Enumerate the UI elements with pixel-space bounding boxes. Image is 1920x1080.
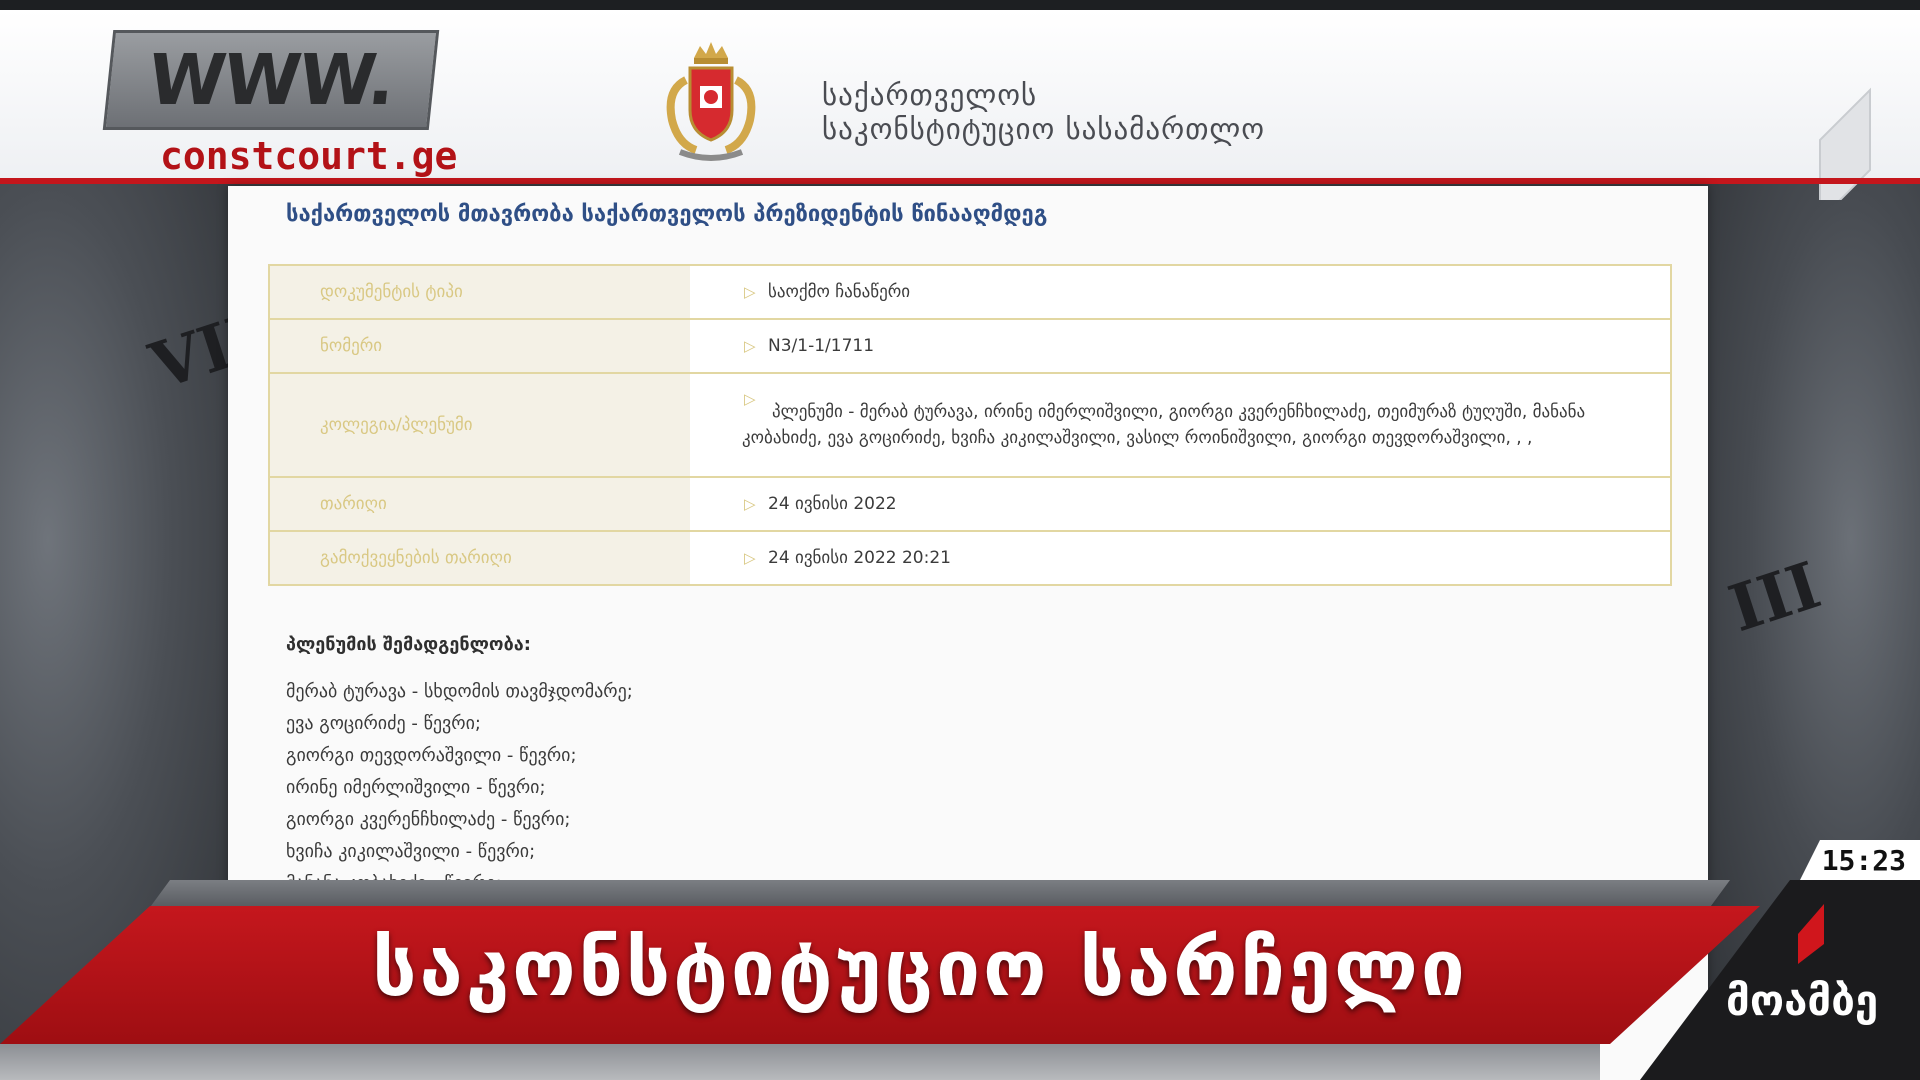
headline-text: საკონსტიტუციო სარჩელი: [372, 924, 1468, 1014]
case-metadata-table: დოკუმენტის ტიპი ▷ საოქმო ჩანაწერი ნომერი…: [268, 264, 1672, 586]
list-item: ევა გოცირიძე - წევრი;: [286, 713, 481, 734]
metadata-value: 24 ივნისი 2022: [768, 494, 897, 514]
plenum-heading: პლენუმის შემადგენლობა:: [286, 634, 531, 655]
list-item: გიორგი თევდორაშვილი - წევრი;: [286, 745, 577, 766]
metadata-value: საოქმო ჩანაწერი: [768, 282, 911, 302]
case-title: საქართველოს მთავრობა საქართველოს პრეზიდე…: [286, 202, 1048, 227]
metadata-row-plenum: კოლეგია/პლენუმი ▷ პლენუმი - მერაბ ტურავა…: [270, 374, 1670, 478]
banner-shadow: [0, 1044, 1600, 1080]
metadata-value: პლენუმი - მერაბ ტურავა, ირინე იმერლიშვილ…: [742, 402, 1586, 448]
georgia-coat-of-arms-icon: [666, 42, 756, 161]
metadata-value-cell: ▷ საოქმო ჩანაწერი: [690, 266, 1670, 318]
triangle-bullet-icon: ▷: [744, 283, 756, 301]
clock-numeral: III: [1720, 547, 1830, 648]
www-badge: WWW.: [102, 30, 440, 130]
metadata-value-cell: ▷ N3/1-1/1711: [690, 320, 1670, 372]
metadata-value-cell: ▷ 24 ივნისი 2022 20:21: [690, 532, 1670, 584]
metadata-value-cell: ▷ პლენუმი - მერაბ ტურავა, ირინე იმერლიშვ…: [690, 374, 1670, 476]
metadata-label: ნომერი: [270, 320, 690, 372]
list-item: მერაბ ტურავა - სხდომის თავმჯდომარე;: [286, 681, 633, 702]
header: WWW. constcourt.ge საქართველოს საკონსტიტ…: [0, 10, 1920, 200]
court-name-line2: საკონსტიტუციო სასამართლო: [822, 112, 1266, 146]
first-channel-mark-icon: [1798, 904, 1824, 964]
list-item: ირინე იმერლიშვილი - წევრი;: [286, 777, 546, 798]
metadata-label: დოკუმენტის ტიპი: [270, 266, 690, 318]
metadata-row-number: ნომერი ▷ N3/1-1/1711: [270, 320, 1670, 374]
triangle-bullet-icon: ▷: [744, 390, 756, 408]
metadata-value: N3/1-1/1711: [768, 336, 875, 356]
list-item: გიორგი კვერენჩხილაძე - წევრი;: [286, 809, 571, 830]
header-divider: [0, 178, 1920, 184]
top-strip: [0, 0, 1920, 10]
metadata-label: კოლეგია/პლენუმი: [270, 374, 690, 476]
court-name-line1: საქართველოს: [822, 78, 1038, 112]
list-item: ხვიჩა კიკილაშვილი - წევრი;: [286, 841, 536, 862]
metadata-row-document-type: დოკუმენტის ტიპი ▷ საოქმო ჩანაწერი: [270, 266, 1670, 320]
broadcast-clock: 15:23: [1800, 840, 1920, 880]
metadata-row-date: თარიღი ▷ 24 ივნისი 2022: [270, 478, 1670, 532]
metadata-row-publication-date: გამოქვეყნების თარიღი ▷ 24 ივნისი 2022 20…: [270, 532, 1670, 584]
channel-name: მოამბე: [1726, 976, 1879, 1025]
metadata-label: გამოქვეყნების თარიღი: [270, 532, 690, 584]
metadata-value: 24 ივნისი 2022 20:21: [768, 548, 951, 568]
plenum-member-list: მერაბ ტურავა - სხდომის თავმჯდომარე; ევა …: [286, 676, 633, 900]
metadata-value-cell: ▷ 24 ივნისი 2022: [690, 478, 1670, 530]
court-name: საქართველოს საკონსტიტუციო სასამართლო: [822, 78, 1265, 146]
triangle-bullet-icon: ▷: [744, 495, 756, 513]
domain-url[interactable]: constcourt.ge: [160, 134, 457, 178]
metadata-label: თარიღი: [270, 478, 690, 530]
triangle-bullet-icon: ▷: [744, 549, 756, 567]
triangle-bullet-icon: ▷: [744, 337, 756, 355]
